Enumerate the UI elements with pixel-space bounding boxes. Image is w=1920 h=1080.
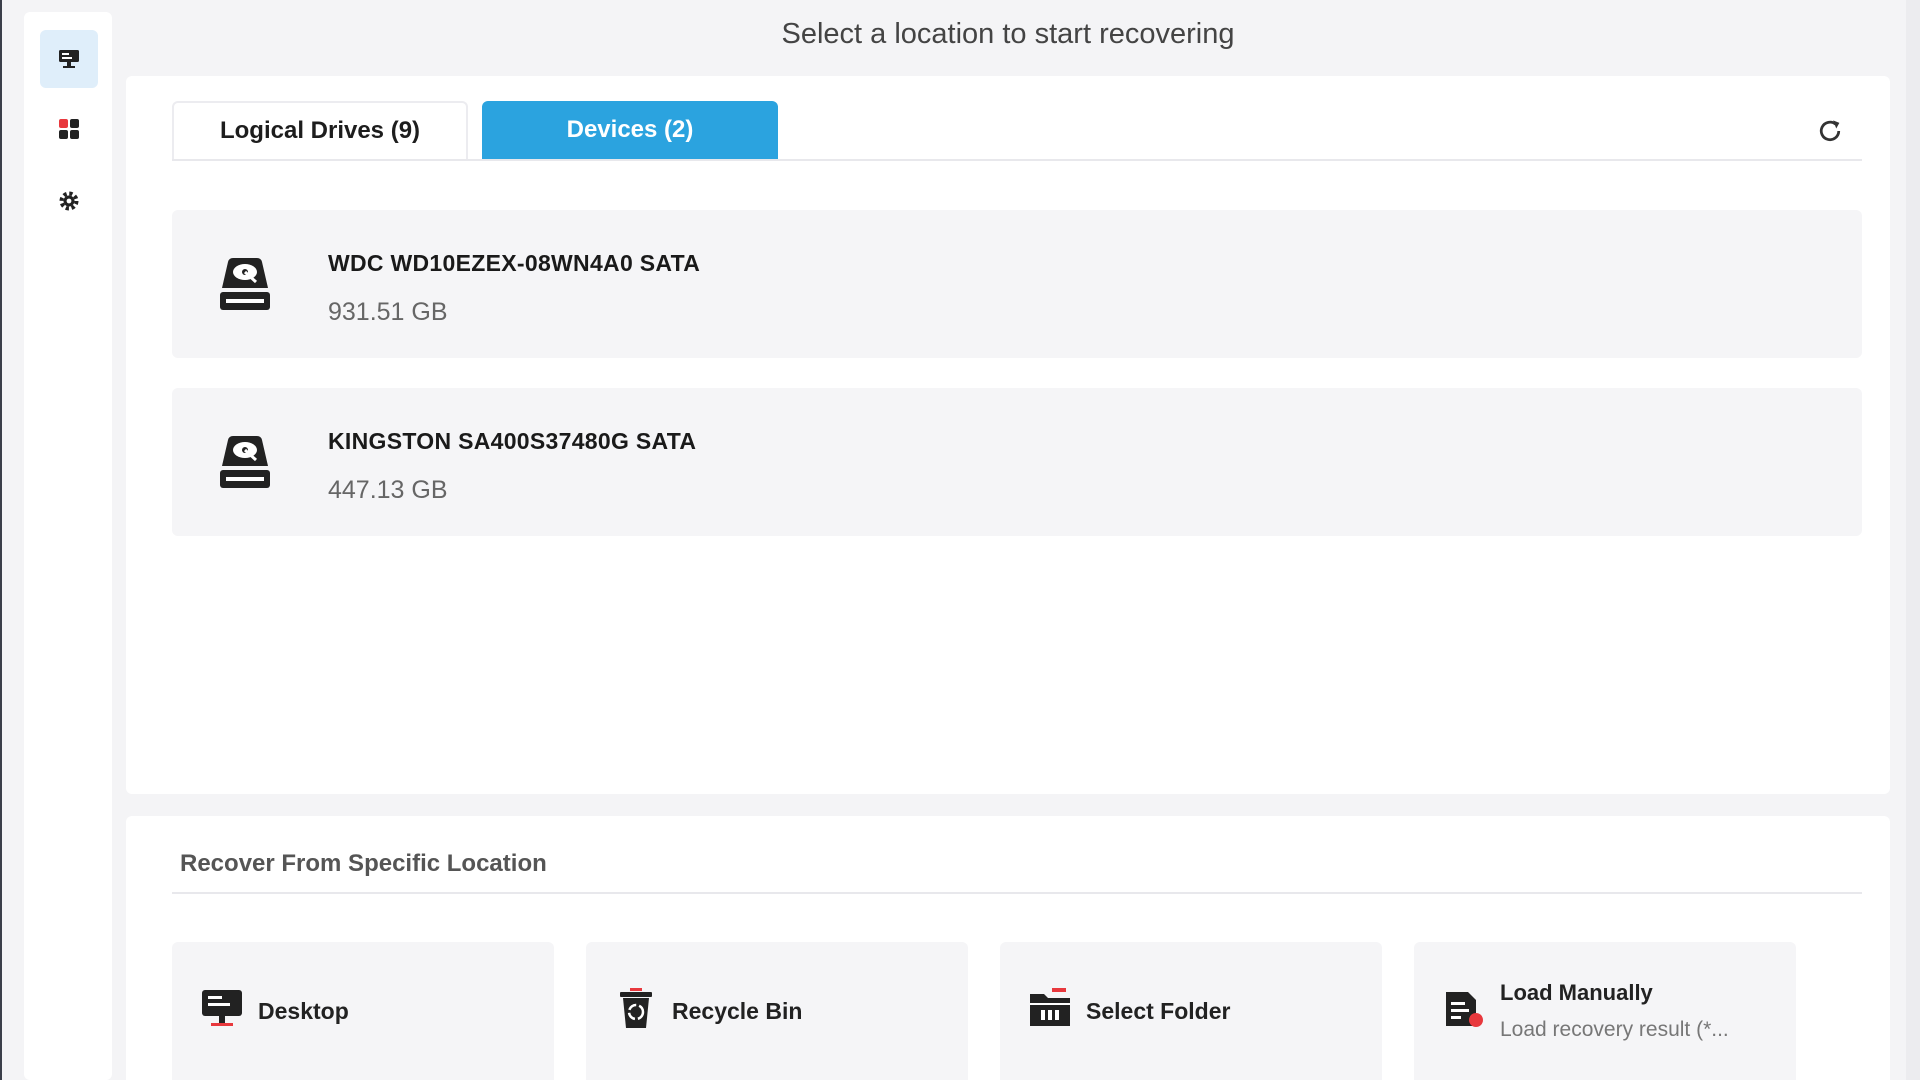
device-size: 931.51 GB [328,298,448,326]
refresh-icon [1819,120,1841,142]
recycle-bin-icon [620,988,652,1028]
sidebar [24,12,112,1080]
location-label: Select Folder [1086,998,1231,1024]
folder-icon [1030,988,1070,1026]
location-label: Recycle Bin [672,998,803,1024]
location-recycle-bin[interactable]: Recycle Bin [586,942,968,1080]
drives-panel: Logical Drives (9) Devices (2) WDC WD10E… [126,76,1890,794]
location-load-manually[interactable]: Load Manually Load recovery result (*... [1414,942,1796,1080]
specific-location-section: Recover From Specific Location Desktop R… [126,816,1890,1080]
app-window: Select a location to start recovering Lo… [0,0,1920,1080]
location-label: Load Manually [1500,980,1653,1005]
location-sublabel: Load recovery result (*... [1500,1018,1729,1041]
device-name: KINGSTON SA400S37480G SATA [328,428,697,454]
refresh-button[interactable] [1812,113,1848,149]
location-desktop[interactable]: Desktop [172,942,554,1080]
sidebar-item-recover[interactable] [40,30,98,88]
apps-grid-icon [59,119,79,139]
device-size: 447.13 GB [328,476,448,504]
page-title: Select a location to start recovering [781,18,1235,50]
gear-icon [59,191,79,211]
computer-icon [59,50,79,68]
divider [172,892,1862,894]
tab-bar: Logical Drives (9) Devices (2) [172,101,1862,161]
window-edge [1906,0,1920,1080]
desktop-icon [202,990,242,1026]
section-title: Recover From Specific Location [180,850,547,877]
load-file-icon [1446,992,1483,1027]
hard-drive-icon [220,258,270,310]
hard-drive-icon [220,436,270,488]
device-item[interactable]: WDC WD10EZEX-08WN4A0 SATA 931.51 GB [172,210,1862,358]
sidebar-item-settings[interactable] [40,172,98,230]
device-name: WDC WD10EZEX-08WN4A0 SATA [328,250,701,276]
sidebar-item-tools[interactable] [40,100,98,158]
tab-logical-drives[interactable]: Logical Drives (9) [172,101,468,159]
device-item[interactable]: KINGSTON SA400S37480G SATA 447.13 GB [172,388,1862,536]
location-select-folder[interactable]: Select Folder [1000,942,1382,1080]
tab-devices[interactable]: Devices (2) [482,101,778,159]
location-label: Desktop [258,998,349,1024]
